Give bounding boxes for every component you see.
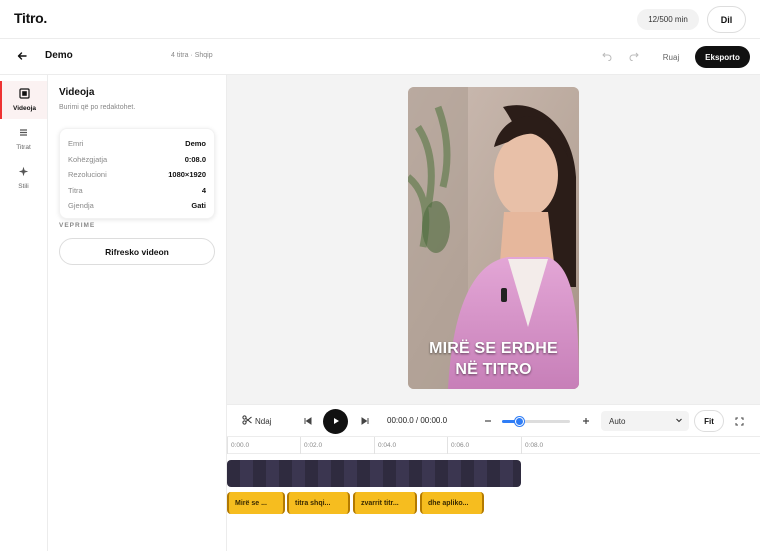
ruler-tick: 0:06.0 [447,437,469,454]
caption-chip[interactable]: titra shqi... [287,492,350,514]
actions-section-label: VEPRIME [59,222,96,229]
video-icon [19,88,30,102]
preview-stage: MIRË SE ERDHE NË TITRO [227,75,760,404]
caption-line: MIRË SE ERDHE [429,340,558,357]
info-row-duration: Kohëzgjatja 0:08.0 [68,152,206,168]
caption-chip[interactable]: zvarrit titr... [353,492,417,514]
list-icon [18,127,29,141]
ruler-tick: 0:00.0 [227,437,249,454]
timeline[interactable]: 0:00.0 0:02.0 0:04.0 0:06.0 0:08.0 Mirë … [227,437,760,551]
zoom-select[interactable]: Auto [601,411,689,431]
info-key: Emri [68,139,84,149]
split-button[interactable]: Ndaj [242,415,271,427]
chevron-down-icon [675,416,683,426]
split-label: Ndaj [255,416,272,426]
panel-subtitle: Burimi që po redaktohet. [59,104,136,111]
zoom-out-icon[interactable] [482,415,494,427]
fit-button[interactable]: Fit [694,410,724,432]
info-value: Gati [191,201,206,211]
refresh-video-button[interactable]: Rifresko videon [59,238,215,265]
info-key: Rezolucioni [68,170,107,180]
info-row-subtitle-count: Titra 4 [68,183,206,199]
ruler-tick: 0:02.0 [300,437,322,454]
zoom-in-icon[interactable] [580,415,592,427]
rail-item-label: Stili [18,183,29,190]
info-value: 1080×1920 [168,170,206,180]
time-display: 00:00.0 / 00:00.0 [387,416,448,425]
info-value: Demo [185,139,206,149]
back-arrow-icon[interactable] [15,49,29,63]
fullscreen-icon[interactable] [733,415,745,427]
scissors-icon [242,415,252,427]
editor-toolbar: Demo 4 titra · Shqip Ruaj Eksporto [0,39,760,75]
exit-button[interactable]: Dil [707,6,746,33]
video-preview[interactable]: MIRË SE ERDHE NË TITRO [408,87,579,389]
zoom-select-value: Auto [609,416,626,426]
play-button[interactable] [323,409,348,434]
ruler-tick: 0:04.0 [374,437,396,454]
zoom-slider-handle[interactable] [515,417,524,426]
info-key: Kohëzgjatja [68,154,108,164]
minutes-usage-badge: 12/500 min [637,9,699,30]
zoom-slider[interactable] [502,417,570,426]
export-button[interactable]: Eksporto [695,46,750,68]
info-key: Gjendja [68,201,94,211]
info-row-status: Gjendja Gati [68,198,206,214]
left-rail: Videoja Titrat Stili [0,75,48,551]
sparkle-icon [18,166,29,180]
rail-item-subtitles[interactable]: Titrat [0,120,47,158]
info-row-resolution: Rezolucioni 1080×1920 [68,167,206,183]
info-row-name: Emri Demo [68,136,206,152]
caption-chip[interactable]: Mirë se ... [227,492,285,514]
video-track[interactable] [227,460,521,487]
info-value: 4 [201,185,206,195]
caption-chip[interactable]: dhe apliko... [420,492,484,514]
project-title: Demo [45,50,73,61]
rail-item-video[interactable]: Videoja [0,81,47,119]
timeline-ruler: 0:00.0 0:02.0 0:04.0 0:06.0 0:08.0 [227,437,760,454]
skip-back-icon[interactable] [302,415,314,427]
rail-item-label: Titrat [16,144,31,151]
caption-line: NË TITRO [455,361,532,378]
rail-item-style[interactable]: Stili [0,159,47,197]
project-meta: 4 titra · Shqip [171,52,213,59]
undo-icon[interactable] [601,50,613,62]
ruler-tick: 0:08.0 [521,437,543,454]
info-value: 0:08.0 [184,154,206,164]
redo-icon[interactable] [628,50,640,62]
play-icon [332,417,340,427]
info-key: Titra [68,185,83,195]
top-bar: Titro. 12/500 min Dil [0,0,760,39]
save-button[interactable]: Ruaj [653,47,689,67]
rail-item-label: Videoja [12,105,36,112]
skip-forward-icon[interactable] [359,415,371,427]
app-logo[interactable]: Titro. [14,10,47,26]
video-info-card: Emri Demo Kohëzgjatja 0:08.0 Rezolucioni… [59,128,215,219]
playback-controls: Ndaj 00:00.0 / 00:00.0 Auto Fit [227,404,760,437]
panel-title: Videoja [59,87,95,98]
video-panel: Videoja Burimi që po redaktohet. Emri De… [48,75,227,551]
